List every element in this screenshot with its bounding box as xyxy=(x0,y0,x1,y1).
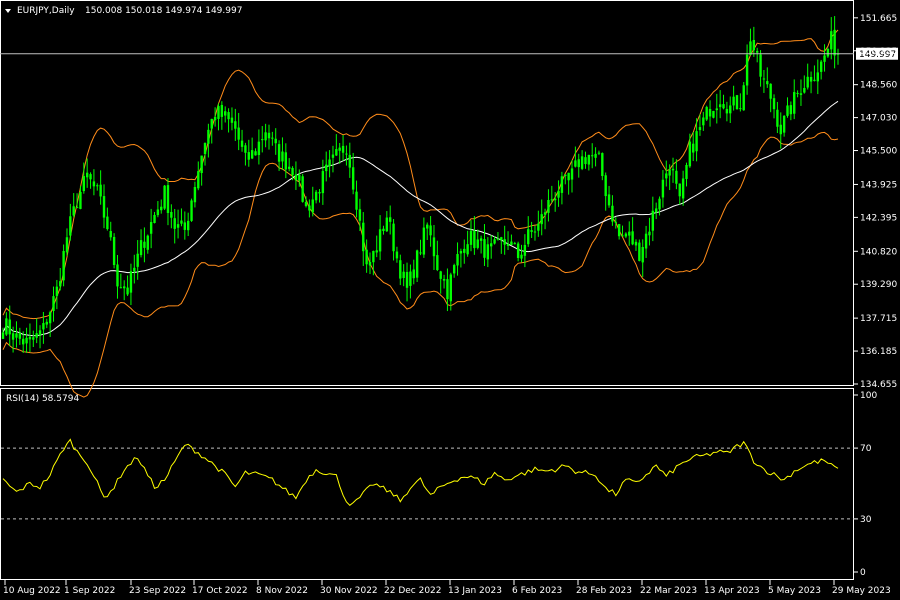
candle xyxy=(163,184,166,211)
chart-canvas: 149.997 151.665150.135148.560147.030145.… xyxy=(0,0,900,600)
time-tick-label: 6 Feb 2023 xyxy=(512,586,562,596)
price-tick-label: 137.715 xyxy=(860,314,897,324)
time-tick-label: 30 Nov 2022 xyxy=(320,586,378,596)
time-tick-label: 8 Nov 2022 xyxy=(256,586,308,596)
price-tick-label: 134.655 xyxy=(860,380,897,390)
symbol-label: EURJPY,Daily xyxy=(17,6,75,16)
time-tick-label: 17 Oct 2022 xyxy=(192,586,248,596)
rsi-tick-label: 100 xyxy=(860,391,877,401)
time-tick-label: 22 Dec 2022 xyxy=(384,586,442,596)
time-tick-label: 5 May 2023 xyxy=(768,586,821,596)
price-tick-label: 151.665 xyxy=(860,14,897,24)
candle xyxy=(712,110,715,119)
price-tick-label: 136.185 xyxy=(860,347,897,357)
price-tick-label: 150.135 xyxy=(860,47,897,57)
candle xyxy=(705,105,708,122)
ohlc-label: 150.008 150.018 149.974 149.997 xyxy=(85,6,242,16)
candle xyxy=(735,94,739,110)
time-tick-label: 22 Mar 2023 xyxy=(640,586,697,596)
price-tick-label: 140.820 xyxy=(860,247,897,257)
time-tick-label: 23 Sep 2022 xyxy=(129,586,186,596)
candle xyxy=(415,249,419,282)
time-tick-label: 10 Aug 2022 xyxy=(3,586,61,596)
candle xyxy=(301,173,304,203)
candle xyxy=(190,198,193,222)
candle xyxy=(826,47,830,58)
price-tick-label: 147.030 xyxy=(860,114,897,124)
time-tick-label: 1 Sep 2022 xyxy=(64,586,115,596)
rsi-tick-label: 70 xyxy=(860,444,872,454)
time-tick-label: 13 Jan 2023 xyxy=(448,586,502,596)
time-tick-label: 28 Feb 2023 xyxy=(576,586,632,596)
price-tick-label: 142.395 xyxy=(860,213,897,223)
time-tick-label: 29 May 2023 xyxy=(832,586,891,596)
candle xyxy=(638,239,641,262)
candle xyxy=(112,233,116,269)
price-tick-label: 139.290 xyxy=(860,280,897,290)
price-tick-label: 148.560 xyxy=(860,81,897,91)
rsi-tick-label: 30 xyxy=(860,515,872,525)
time-tick-label: 13 Apr 2023 xyxy=(704,586,760,596)
rsi-tick-label: 0 xyxy=(860,568,866,578)
price-tick-label: 143.925 xyxy=(860,180,897,190)
rsi-label: RSI(14) 58.5794 xyxy=(6,394,79,404)
price-tick-label: 145.500 xyxy=(860,147,897,157)
candle xyxy=(742,82,745,111)
